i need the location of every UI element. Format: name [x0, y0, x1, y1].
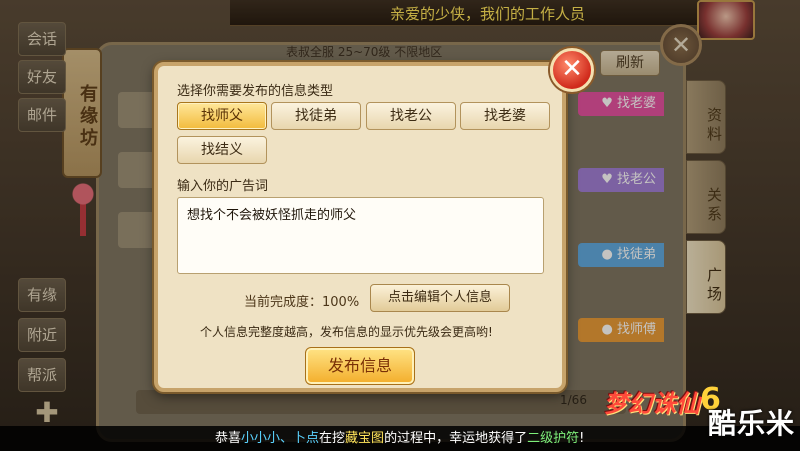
type-find-sworn-button[interactable]: 找结义 [177, 136, 267, 164]
close-icon[interactable]: ✕ [550, 48, 594, 92]
system-message: 恭喜小小小、卜点在挖藏宝图的过程中，幸运地获得了二级护符! [0, 426, 800, 451]
completion-text: 当前完成度：100% [244, 295, 360, 310]
type-find-husband-button[interactable]: 找老公 [366, 102, 456, 130]
priority-tip: 个人信息完整度越高，发布信息的显示优先级会更高哟! [200, 325, 493, 339]
ad-section-label: 输入你的广告词 [177, 179, 269, 194]
ad-text-input[interactable]: 想找个不会被妖怪抓走的师父 [177, 197, 544, 274]
type-find-apprentice-button[interactable]: 找徒弟 [271, 102, 361, 130]
game-logo: 梦幻诛仙 [604, 389, 700, 418]
type-find-wife-button[interactable]: 找老婆 [460, 102, 550, 130]
publish-button[interactable]: 发布信息 [305, 347, 415, 385]
site-watermark: 酷乐米 [708, 407, 796, 440]
type-find-master-button[interactable]: 找师父 [177, 102, 267, 130]
edit-profile-button[interactable]: 点击编辑个人信息 [370, 284, 510, 312]
type-section-label: 选择你需要发布的信息类型 [177, 84, 334, 99]
